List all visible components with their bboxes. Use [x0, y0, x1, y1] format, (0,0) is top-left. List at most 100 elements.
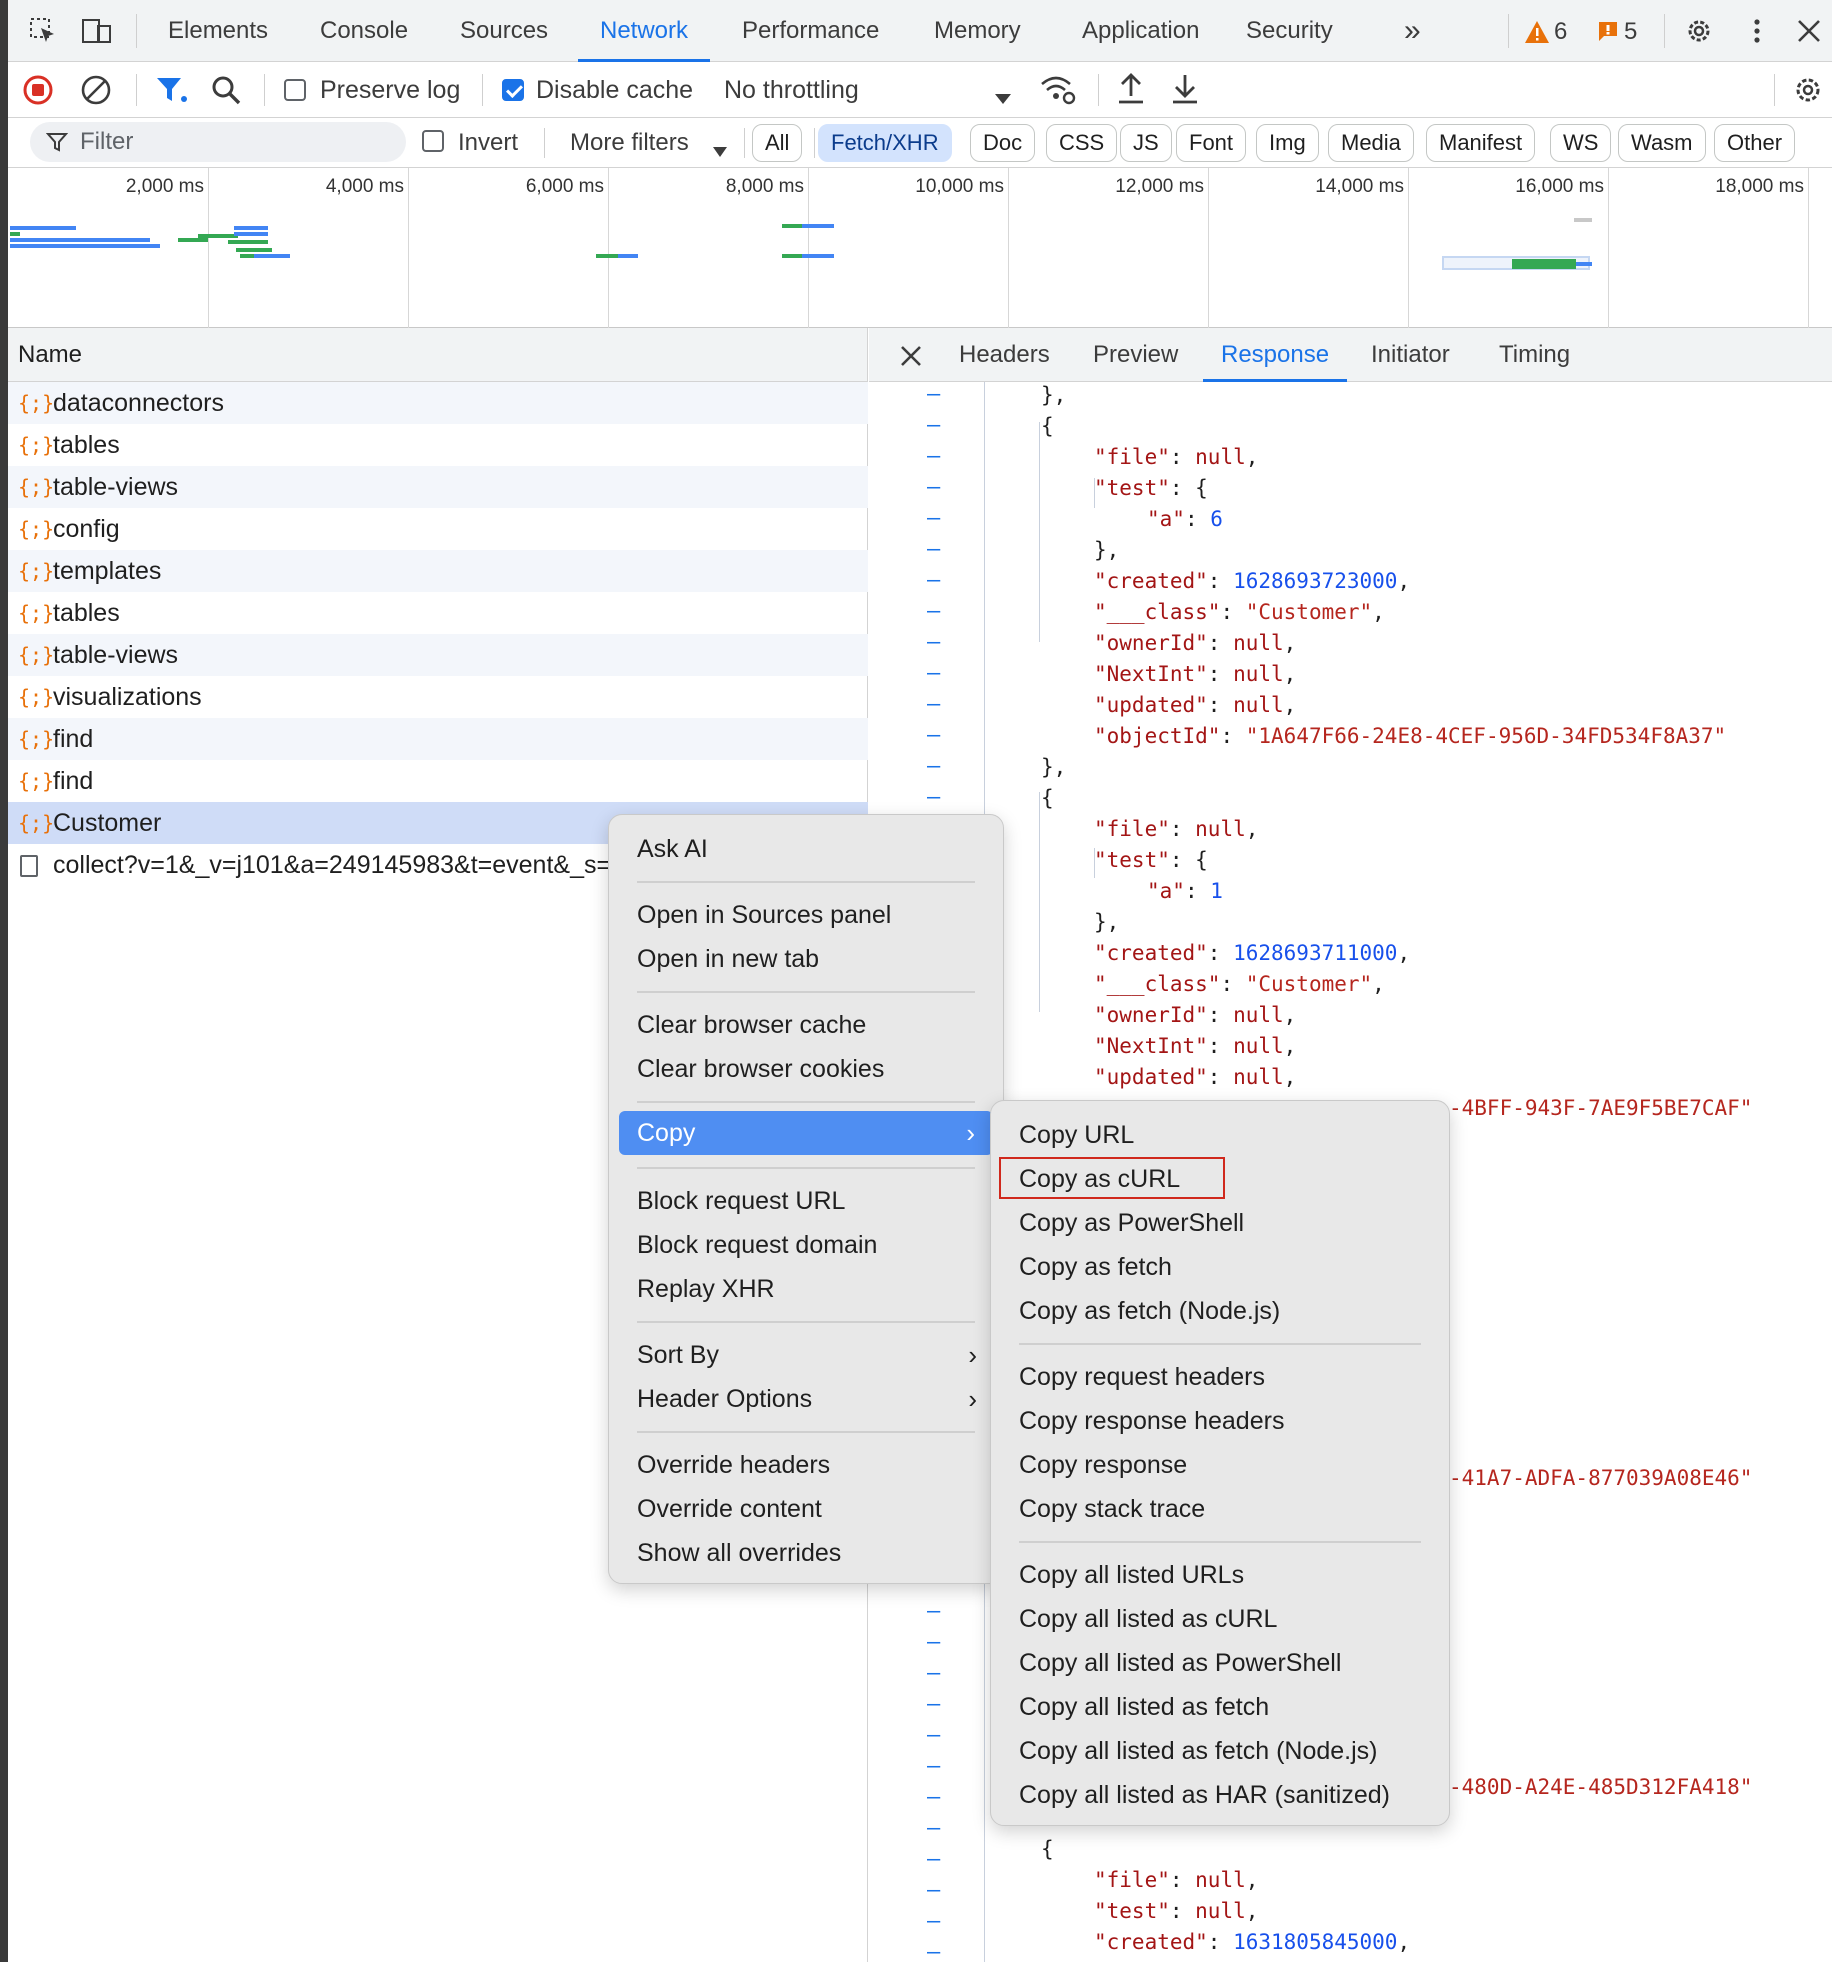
type-filter-other[interactable]: Other: [1714, 124, 1796, 162]
code-line: "created": 1628693711000,: [1094, 941, 1411, 965]
menu-item-copy-all-as-powershell[interactable]: Copy all listed as PowerShell: [991, 1643, 1449, 1683]
menu-item-copy-as-fetch-nodejs[interactable]: Copy as fetch (Node.js): [991, 1291, 1449, 1331]
tab-security[interactable]: Security: [1246, 0, 1333, 62]
menu-item-sort-by[interactable]: Sort By ›: [609, 1335, 1003, 1375]
menu-item-replay-xhr[interactable]: Replay XHR: [609, 1269, 1003, 1309]
request-row[interactable]: {;} table-views: [8, 466, 868, 508]
menu-item-copy-as-fetch[interactable]: Copy as fetch: [991, 1247, 1449, 1287]
network-conditions-icon[interactable]: [1038, 74, 1078, 113]
inspect-element-icon[interactable]: [28, 16, 58, 53]
menu-item-copy-all-as-fetch[interactable]: Copy all listed as fetch: [991, 1687, 1449, 1727]
tab-sources[interactable]: Sources: [460, 0, 548, 62]
type-filter-doc[interactable]: Doc: [970, 124, 1036, 162]
request-row[interactable]: {;} tables: [8, 592, 868, 634]
request-row[interactable]: {;} templates: [8, 550, 868, 592]
record-stop-icon[interactable]: [22, 74, 54, 113]
fold-marker: –: [927, 382, 941, 407]
request-row[interactable]: {;} visualizations: [8, 676, 868, 718]
menu-item-copy-all-as-curl[interactable]: Copy all listed as cURL: [991, 1599, 1449, 1639]
tab-console[interactable]: Console: [320, 0, 408, 62]
menu-item-open-in-new-tab[interactable]: Open in new tab: [609, 939, 1003, 979]
type-filter-wasm[interactable]: Wasm: [1618, 124, 1706, 162]
menu-item-copy-stack-trace[interactable]: Copy stack trace: [991, 1489, 1449, 1529]
menu-item-copy-response-headers[interactable]: Copy response headers: [991, 1401, 1449, 1441]
request-row[interactable]: {;} dataconnectors: [8, 382, 868, 424]
more-filters-dropdown[interactable]: More filters: [570, 118, 689, 168]
menu-item-copy-all-as-fetch-nodejs[interactable]: Copy all listed as fetch (Node.js): [991, 1731, 1449, 1771]
disable-cache-checkbox[interactable]: [502, 79, 524, 101]
menu-item-clear-browser-cache[interactable]: Clear browser cache: [609, 1005, 1003, 1045]
tab-preview[interactable]: Preview: [1093, 328, 1178, 382]
type-filter-fetch-xhr[interactable]: Fetch/XHR: [818, 124, 952, 162]
type-filter-img[interactable]: Img: [1256, 124, 1319, 162]
preserve-log-checkbox[interactable]: [284, 79, 306, 101]
tab-elements[interactable]: Elements: [168, 0, 268, 62]
name-column-header[interactable]: Name: [18, 328, 82, 382]
disable-cache-label[interactable]: Disable cache: [536, 62, 693, 118]
more-tabs-button[interactable]: »: [1404, 0, 1421, 62]
request-row[interactable]: {;} tables: [8, 424, 868, 466]
menu-item-override-content[interactable]: Override content: [609, 1489, 1003, 1529]
clear-icon[interactable]: [80, 74, 112, 113]
chevron-down-icon[interactable]: [994, 84, 1012, 112]
settings-gear-icon[interactable]: [1684, 16, 1714, 53]
menu-item-copy-as-powershell[interactable]: Copy as PowerShell: [991, 1203, 1449, 1243]
import-har-upload-icon[interactable]: [1116, 72, 1146, 113]
preserve-log-label[interactable]: Preserve log: [320, 62, 460, 118]
tab-application[interactable]: Application: [1082, 0, 1199, 62]
menu-item-clear-browser-cookies[interactable]: Clear browser cookies: [609, 1049, 1003, 1089]
invert-checkbox[interactable]: [422, 130, 444, 152]
invert-label[interactable]: Invert: [458, 118, 518, 168]
tab-timing[interactable]: Timing: [1499, 328, 1570, 382]
menu-item-copy-url[interactable]: Copy URL: [991, 1115, 1449, 1155]
menu-item-copy[interactable]: Copy ›: [619, 1111, 993, 1155]
type-filter-ws[interactable]: WS: [1550, 124, 1612, 162]
throttling-select[interactable]: No throttling: [724, 62, 859, 118]
menu-item-block-request-url[interactable]: Block request URL: [609, 1181, 1003, 1221]
device-toolbar-icon[interactable]: [80, 16, 114, 53]
network-overview-timeline[interactable]: 2,000 ms 4,000 ms 6,000 ms 8,000 ms 10,0…: [8, 168, 1832, 328]
menu-item-override-headers[interactable]: Override headers: [609, 1445, 1003, 1485]
menu-item-open-in-sources[interactable]: Open in Sources panel: [609, 895, 1003, 935]
request-row[interactable]: {;} table-views: [8, 634, 868, 676]
filter-funnel-icon[interactable]: [154, 74, 190, 113]
tab-performance[interactable]: Performance: [742, 0, 879, 62]
requests-column-header[interactable]: Name: [8, 328, 868, 382]
menu-item-header-options[interactable]: Header Options ›: [609, 1379, 1003, 1419]
warning-icon[interactable]: [1524, 20, 1550, 51]
tab-memory[interactable]: Memory: [934, 0, 1021, 62]
close-icon[interactable]: [1796, 18, 1822, 51]
type-filter-manifest[interactable]: Manifest: [1426, 124, 1536, 162]
more-options-icon[interactable]: [1752, 16, 1762, 53]
filter-input[interactable]: Filter: [30, 122, 406, 162]
warnings-count[interactable]: 6: [1554, 0, 1567, 62]
type-filter-css[interactable]: CSS: [1046, 124, 1118, 162]
network-settings-gear-icon[interactable]: [1792, 74, 1824, 113]
menu-item-copy-request-headers[interactable]: Copy request headers: [991, 1357, 1449, 1397]
menu-item-copy-all-as-har[interactable]: Copy all listed as HAR (sanitized): [991, 1775, 1449, 1815]
close-details-icon[interactable]: [899, 344, 923, 375]
menu-item-block-request-domain[interactable]: Block request domain: [609, 1225, 1003, 1265]
issues-icon[interactable]: [1596, 20, 1620, 51]
type-filter-all[interactable]: All: [752, 124, 803, 162]
type-filter-media[interactable]: Media: [1328, 124, 1414, 162]
request-row[interactable]: {;} find: [8, 760, 868, 802]
export-har-download-icon[interactable]: [1170, 72, 1200, 113]
request-row[interactable]: {;} find: [8, 718, 868, 760]
tab-response[interactable]: Response: [1202, 328, 1348, 382]
search-icon[interactable]: [210, 74, 242, 113]
tab-headers[interactable]: Headers: [959, 328, 1050, 382]
type-filter-font[interactable]: Font: [1176, 124, 1247, 162]
menu-item-copy-all-urls[interactable]: Copy all listed URLs: [991, 1555, 1449, 1595]
menu-item-copy-response[interactable]: Copy response: [991, 1445, 1449, 1485]
menu-item-show-all-overrides[interactable]: Show all overrides: [609, 1533, 1003, 1573]
tab-initiator[interactable]: Initiator: [1371, 328, 1450, 382]
chevron-down-icon[interactable]: [712, 137, 728, 165]
issues-count[interactable]: 5: [1624, 0, 1637, 62]
request-row[interactable]: {;} config: [8, 508, 868, 550]
tab-network[interactable]: Network: [577, 0, 711, 62]
menu-item-ask-ai[interactable]: Ask AI: [609, 829, 1003, 869]
waterfall-bar: [1576, 262, 1592, 266]
request-name: tables: [53, 599, 120, 627]
type-filter-js[interactable]: JS: [1120, 124, 1172, 162]
